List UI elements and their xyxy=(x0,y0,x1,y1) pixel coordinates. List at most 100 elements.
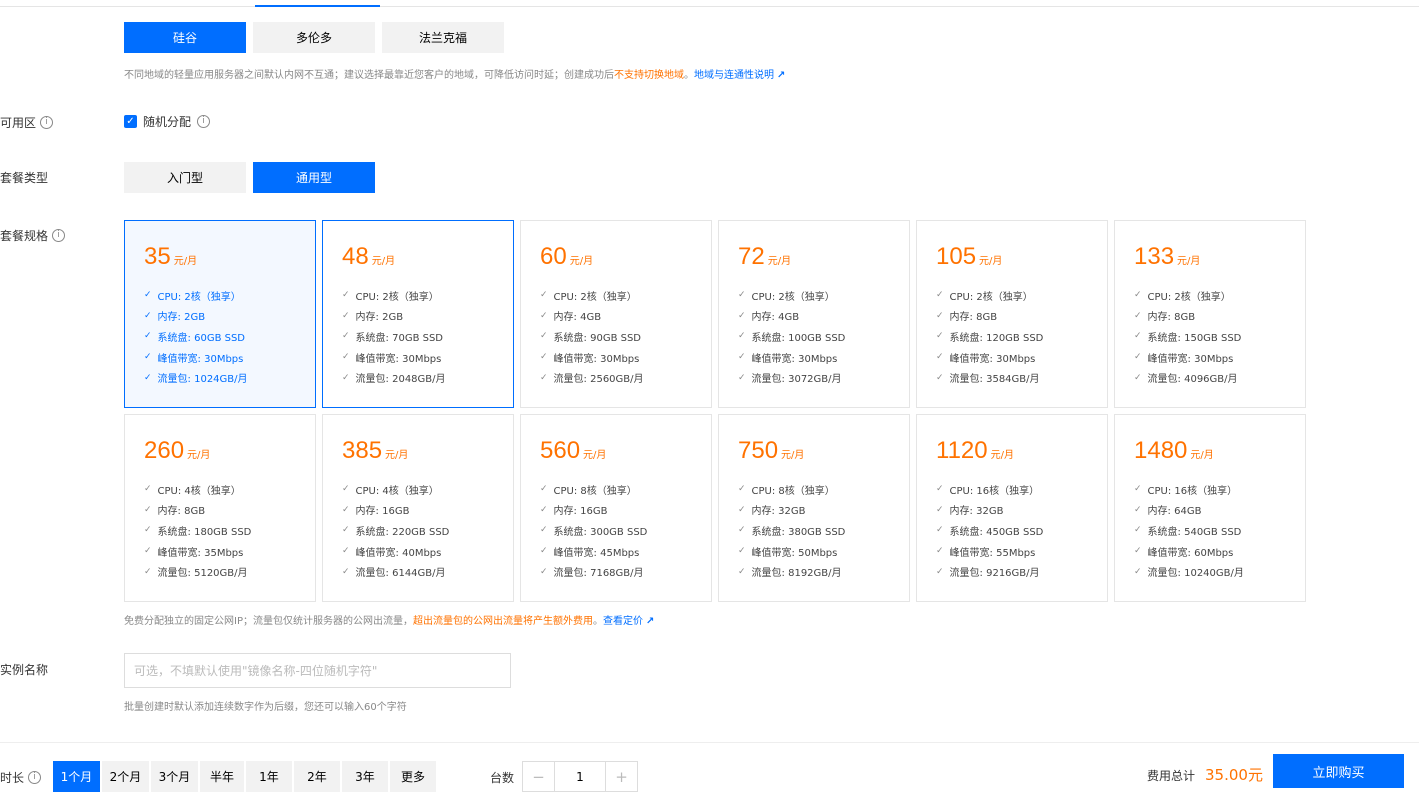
plan-price-value: 1480 xyxy=(1134,437,1188,464)
check-icon: ✓ xyxy=(936,331,944,342)
plan-spec-item: ✓ 流量包: 2560GB/月 xyxy=(540,367,711,388)
instance-name-input[interactable] xyxy=(124,653,511,688)
plan-spec-item: ✓ 系统盘: 380GB SSD xyxy=(738,520,909,541)
check-icon: ✓ xyxy=(342,504,350,515)
duration-option[interactable]: 1个月 xyxy=(53,761,100,792)
plan-spec-text: 峰值带宽: 30Mbps xyxy=(553,353,640,365)
plan-spec-item: ✓ 系统盘: 220GB SSD xyxy=(342,520,513,541)
plan-spec-text: 内存: 2GB xyxy=(157,312,206,324)
plan-spec-item: ✓ CPU: 8核（独享） xyxy=(540,479,711,500)
duration-label-text: 时长 xyxy=(0,771,25,785)
pricing-link[interactable]: 查看定价 xyxy=(603,616,643,627)
plan-spec-item: ✓ 流量包: 9216GB/月 xyxy=(936,561,1107,582)
duration-option[interactable]: 半年 xyxy=(200,761,244,792)
quantity-value[interactable]: 1 xyxy=(554,762,606,791)
info-icon[interactable]: i xyxy=(52,229,66,242)
plan-spec-text: CPU: 4核（独享） xyxy=(157,485,241,497)
plan-spec-text: 内存: 16GB xyxy=(553,506,608,518)
plan-type-entry[interactable]: 入门型 xyxy=(124,162,246,193)
plan-card[interactable]: 35 元/月 ✓ CPU: 2核（独享） ✓ 内存: 2GB ✓ 系统盘: 60GB SSD ✓… xyxy=(124,220,316,408)
plan-price-value: 105 xyxy=(936,243,977,270)
duration-option[interactable]: 更多 xyxy=(390,761,436,792)
check-icon: ✓ xyxy=(1134,352,1142,363)
plan-card[interactable]: 60 元/月 ✓ CPU: 2核（独享） ✓ 内存: 4GB ✓ 系统盘: 90GB SSD ✓… xyxy=(520,220,712,408)
check-icon: ✓ xyxy=(342,331,350,342)
plan-card[interactable]: 385 元/月 ✓ CPU: 4核（独享） ✓ 内存: 16GB ✓ 系统盘: 220GB S… xyxy=(322,414,514,602)
plan-card[interactable]: 48 元/月 ✓ CPU: 2核（独享） ✓ 内存: 2GB ✓ 系统盘: 70GB SSD ✓… xyxy=(322,220,514,408)
external-link-icon[interactable]: ↗ xyxy=(646,616,654,627)
plan-card[interactable]: 750 元/月 ✓ CPU: 8核（独享） ✓ 内存: 32GB ✓ 系统盘: 380GB S… xyxy=(718,414,910,602)
plan-spec-item: ✓ 流量包: 2048GB/月 xyxy=(342,367,513,388)
check-icon: ✓ xyxy=(540,372,548,383)
info-icon[interactable]: i xyxy=(28,771,42,784)
plan-spec-text: CPU: 2核（独享） xyxy=(355,291,439,303)
duration-option[interactable]: 2年 xyxy=(294,761,340,792)
plan-price: 60 元/月 xyxy=(540,243,711,271)
region-option-toronto[interactable]: 多伦多 xyxy=(253,22,375,53)
plan-spec-text: 流量包: 10240GB/月 xyxy=(1147,568,1244,580)
duration-option[interactable]: 1年 xyxy=(246,761,292,792)
external-link-icon[interactable]: ↗ xyxy=(777,70,785,81)
check-icon: ✓ xyxy=(540,504,548,515)
buy-now-button[interactable]: 立即购买 xyxy=(1273,754,1404,788)
plan-price-unit: 元/月 xyxy=(1177,256,1201,267)
plan-spec-item: ✓ 内存: 32GB xyxy=(738,500,909,521)
plan-card[interactable]: 133 元/月 ✓ CPU: 2核（独享） ✓ 内存: 8GB ✓ 系统盘: 150GB SS… xyxy=(1114,220,1306,408)
plan-spec-text: 内存: 8GB xyxy=(157,506,206,518)
decrement-button[interactable]: − xyxy=(523,762,554,791)
plan-price: 1120 元/月 xyxy=(936,437,1107,465)
plan-type-general[interactable]: 通用型 xyxy=(253,162,375,193)
check-icon: ✓ xyxy=(342,525,350,536)
plan-spec-text: 内存: 4GB xyxy=(751,312,800,324)
plan-spec-item: ✓ CPU: 2核（独享） xyxy=(144,285,315,306)
info-icon[interactable]: i xyxy=(40,116,54,129)
check-icon: ✓ xyxy=(738,566,746,577)
plan-price: 105 元/月 xyxy=(936,243,1107,271)
plan-spec-item: ✓ 内存: 16GB xyxy=(540,500,711,521)
plan-spec-list: ✓ CPU: 8核（独享） ✓ 内存: 16GB ✓ 系统盘: 300GB SSD ✓ 峰值带… xyxy=(540,479,711,582)
plan-spec-item: ✓ CPU: 16核（独享） xyxy=(1134,479,1305,500)
region-option-silicon-valley[interactable]: 硅谷 xyxy=(124,22,246,53)
duration-option[interactable]: 3个月 xyxy=(151,761,198,792)
plan-spec-text: 流量包: 9216GB/月 xyxy=(949,568,1040,580)
duration-option[interactable]: 2个月 xyxy=(102,761,149,792)
check-icon: ✓ xyxy=(738,372,746,383)
zone-label: 可用区 i xyxy=(0,114,54,131)
increment-button[interactable]: + xyxy=(606,762,637,791)
plan-spec-text: 系统盘: 220GB SSD xyxy=(355,526,450,538)
duration-label: 时长 i xyxy=(0,769,42,786)
plan-spec-text: 峰值带宽: 55Mbps xyxy=(949,547,1036,559)
plan-spec-item: ✓ 系统盘: 300GB SSD xyxy=(540,520,711,541)
zone-random-checkbox-row[interactable]: ✓ 随机分配 i xyxy=(124,113,211,130)
plan-card[interactable]: 105 元/月 ✓ CPU: 2核（独享） ✓ 内存: 8GB ✓ 系统盘: 120GB SS… xyxy=(916,220,1108,408)
plan-card[interactable]: 560 元/月 ✓ CPU: 8核（独享） ✓ 内存: 16GB ✓ 系统盘: 300GB S… xyxy=(520,414,712,602)
plan-card[interactable]: 1120 元/月 ✓ CPU: 16核（独享） ✓ 内存: 32GB ✓ 系统盘: 450GB… xyxy=(916,414,1108,602)
check-icon: ✓ xyxy=(738,352,746,363)
checkbox-checked-icon[interactable]: ✓ xyxy=(124,115,137,128)
region-option-frankfurt[interactable]: 法兰克福 xyxy=(382,22,504,53)
plan-spec-text: 系统盘: 150GB SSD xyxy=(1147,332,1242,344)
check-icon: ✓ xyxy=(936,352,944,363)
plan-price: 260 元/月 xyxy=(144,437,315,465)
check-icon: ✓ xyxy=(738,546,746,557)
plan-price-unit: 元/月 xyxy=(979,256,1003,267)
plan-spec-text: 内存: 64GB xyxy=(1147,506,1202,518)
plan-card[interactable]: 72 元/月 ✓ CPU: 2核（独享） ✓ 内存: 4GB ✓ 系统盘: 100GB SSD… xyxy=(718,220,910,408)
check-icon: ✓ xyxy=(738,525,746,536)
plan-card[interactable]: 260 元/月 ✓ CPU: 4核（独享） ✓ 内存: 8GB ✓ 系统盘: 180GB SS… xyxy=(124,414,316,602)
quantity-stepper[interactable]: − 1 + xyxy=(522,761,638,792)
plan-spec-item: ✓ 内存: 4GB xyxy=(540,306,711,327)
instance-name-note: 批量创建时默认添加连续数字作为后缀，您还可以输入60个字符 xyxy=(124,702,407,713)
zone-label-text: 可用区 xyxy=(0,116,37,130)
plan-spec-item: ✓ CPU: 2核（独享） xyxy=(342,285,513,306)
check-icon: ✓ xyxy=(144,310,152,321)
info-icon[interactable]: i xyxy=(197,115,211,128)
plan-spec-list: ✓ CPU: 2核（独享） ✓ 内存: 4GB ✓ 系统盘: 90GB SSD ✓ 峰值带宽:… xyxy=(540,285,711,388)
region-note-sep: 。 xyxy=(684,70,694,81)
duration-option[interactable]: 3年 xyxy=(342,761,388,792)
plan-spec-item: ✓ 峰值带宽: 35Mbps xyxy=(144,541,315,562)
plan-spec-text: 流量包: 2560GB/月 xyxy=(553,374,644,386)
plan-spec-text: 流量包: 7168GB/月 xyxy=(553,568,644,580)
region-help-link[interactable]: 地域与连通性说明 xyxy=(694,70,774,81)
plan-card[interactable]: 1480 元/月 ✓ CPU: 16核（独享） ✓ 内存: 64GB ✓ 系统盘: 540GB… xyxy=(1114,414,1306,602)
